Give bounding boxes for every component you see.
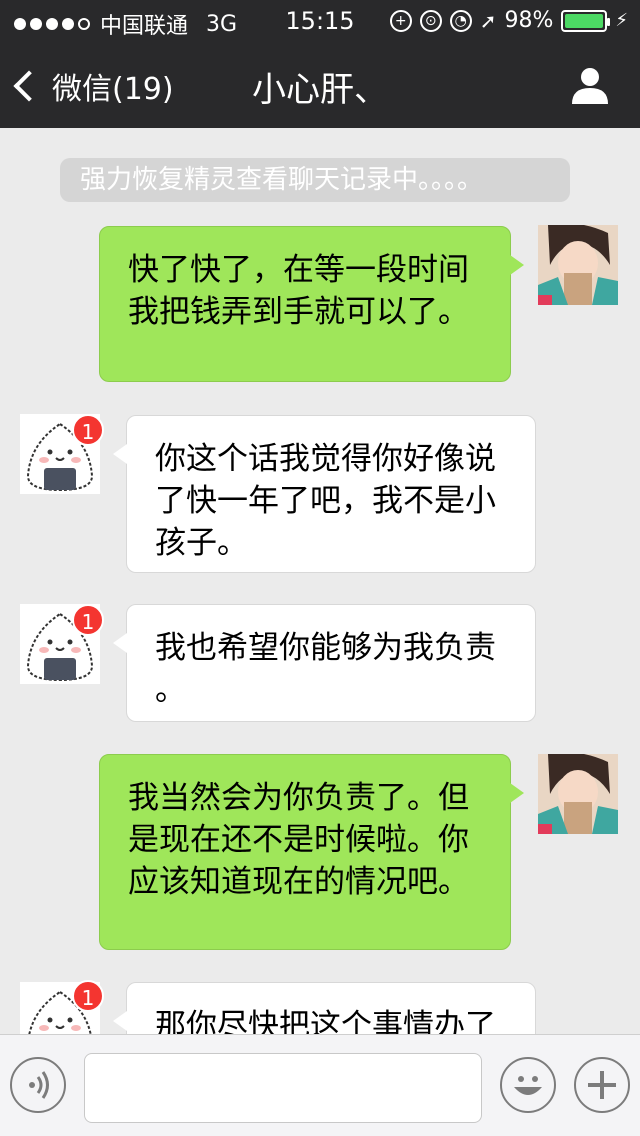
message-line: 你这个话我觉得你好像说: [155, 441, 496, 477]
self-avatar[interactable]: [538, 225, 618, 305]
unread-badge: 1: [72, 980, 104, 1012]
message-line: 应该知道现在的情况吧。: [128, 864, 469, 900]
message-line: 快了快了，在等一段时间: [128, 252, 469, 288]
self-avatar-image: [538, 225, 618, 305]
unread-badge: 1: [72, 604, 104, 636]
input-bar: [0, 1034, 640, 1136]
message-input[interactable]: [84, 1053, 482, 1123]
message-line: 我也希望你能够为我负责: [155, 630, 496, 666]
voice-icon[interactable]: [10, 1057, 66, 1113]
message-line: 了快一年了吧，我不是小: [155, 483, 496, 519]
self-avatar[interactable]: [538, 754, 618, 834]
rotation-lock-icon: ⊙: [419, 9, 442, 32]
charging-icon: ⚡: [615, 10, 628, 31]
top-bar: 中国联通 3G 15:15 + ⊙ ◔ ➚ 98% ⚡ 微信(19) 小心肝、: [0, 0, 640, 128]
nav-bar: 微信(19) 小心肝、: [0, 40, 640, 128]
emoji-icon[interactable]: [500, 1057, 556, 1113]
message-bubble-received[interactable]: 那你尽快把这个事情办了: [113, 982, 536, 1034]
self-avatar-image: [538, 754, 618, 834]
plus-icon[interactable]: [574, 1057, 630, 1113]
status-bar: 中国联通 3G 15:15 + ⊙ ◔ ➚ 98% ⚡: [0, 0, 640, 40]
message-line: 。: [155, 672, 186, 708]
location-plus-icon: +: [389, 9, 412, 32]
unread-badge: 1: [72, 414, 104, 446]
message-bubble-received[interactable]: 我也希望你能够为我负责 。: [113, 604, 536, 722]
message-line: 那你尽快把这个事情办了: [155, 1008, 496, 1034]
message-line: 是现在还不是时候啦。你: [128, 822, 469, 858]
battery-icon: [561, 9, 611, 32]
message-bubble-sent[interactable]: 我当然会为你负责了。但 是现在还不是时候啦。你 应该知道现在的情况吧。: [99, 754, 524, 950]
alarm-icon: ◔: [449, 9, 472, 32]
system-notice: 强力恢复精灵查看聊天记录中。。。。: [60, 158, 570, 202]
message-line: 我当然会为你负责了。但: [128, 780, 469, 816]
chat-title: 小心肝、: [252, 70, 388, 110]
message-line: 孩子。: [155, 525, 248, 561]
person-icon[interactable]: [570, 64, 610, 104]
chat-area[interactable]: 强力恢复精灵查看聊天记录中。。。。 快了快了，在等一段时间 我把钱弄到手就可以了…: [0, 128, 640, 1034]
message-bubble-sent[interactable]: 快了快了，在等一段时间 我把钱弄到手就可以了。: [99, 226, 524, 382]
location-arrow-icon: ➚: [479, 8, 497, 33]
battery-percent: 98%: [504, 8, 554, 33]
message-line: 我把钱弄到手就可以了。: [128, 294, 469, 330]
message-bubble-received[interactable]: 你这个话我觉得你好像说 了快一年了吧，我不是小 孩子。: [113, 415, 536, 573]
